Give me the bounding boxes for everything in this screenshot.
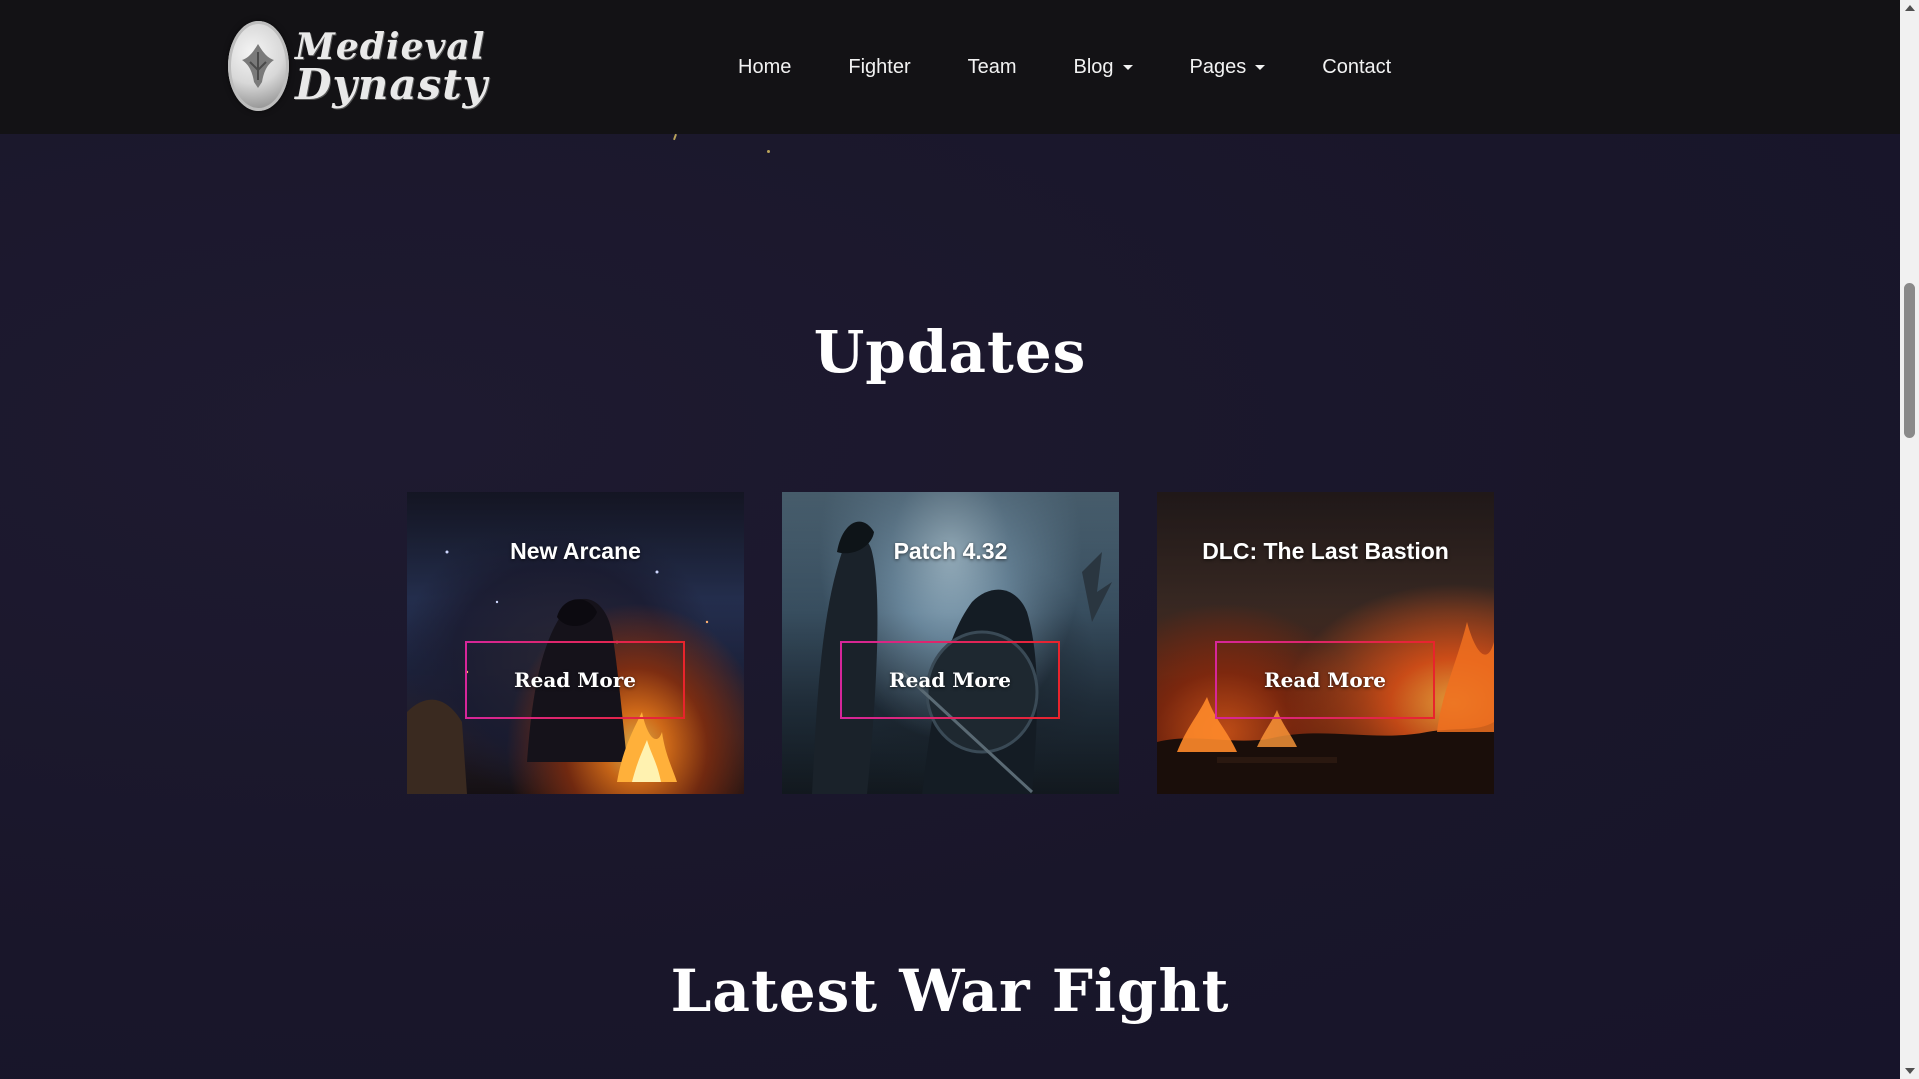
crest-icon [228, 21, 289, 111]
nav-item-team[interactable]: Team [968, 56, 1017, 79]
page: Medieval Dynasty Home Fighter Team Blog … [0, 0, 1900, 1079]
updates-cards: New Arcane Read More Patch 4.32 Read Mor… [407, 492, 1494, 794]
nav-item-label: Home [738, 55, 792, 78]
nav-item-blog[interactable]: Blog [1074, 56, 1133, 79]
nav-item-contact[interactable]: Contact [1322, 56, 1391, 79]
main-nav: Home Fighter Team Blog Pages Contact [738, 0, 1391, 134]
navbar: Medieval Dynasty Home Fighter Team Blog … [0, 0, 1900, 134]
card-title: New Arcane [510, 538, 641, 564]
scroll-down-icon[interactable] [1905, 1068, 1915, 1074]
nav-item-label: Pages [1189, 55, 1247, 78]
read-more-button[interactable]: Read More [840, 641, 1060, 719]
brand-line-2: Dynasty [294, 60, 488, 109]
nav-item-label: Contact [1322, 55, 1392, 78]
brand-logo[interactable]: Medieval Dynasty [228, 18, 488, 114]
nav-item-label: Team [967, 55, 1017, 78]
scroll-thumb[interactable] [1904, 283, 1915, 438]
read-more-button[interactable]: Read More [1215, 641, 1435, 719]
scroll-up-icon[interactable] [1905, 5, 1915, 11]
vertical-scrollbar[interactable] [1900, 0, 1919, 1079]
latest-war-fight-heading: Latest War Fight [670, 957, 1230, 1025]
caret-down-icon [1255, 64, 1266, 70]
nav-item-fighter[interactable]: Fighter [848, 56, 910, 79]
ember-particle [767, 150, 770, 153]
brand-wordmark: Medieval Dynasty [294, 28, 488, 109]
card-title: Patch 4.32 [893, 538, 1008, 564]
update-card: New Arcane Read More [407, 492, 744, 794]
caret-down-icon [1122, 64, 1133, 70]
nav-item-pages[interactable]: Pages [1190, 56, 1266, 79]
ember-particle [673, 133, 677, 141]
nav-item-label: Fighter [848, 55, 911, 78]
nav-item-home[interactable]: Home [738, 56, 791, 79]
update-card: Patch 4.32 Read More [782, 492, 1119, 794]
nav-item-label: Blog [1073, 55, 1114, 78]
updates-heading: Updates [813, 318, 1087, 386]
update-card: DLC: The Last Bastion Read More [1157, 492, 1494, 794]
read-more-button[interactable]: Read More [465, 641, 685, 719]
card-title: DLC: The Last Bastion [1202, 538, 1449, 564]
